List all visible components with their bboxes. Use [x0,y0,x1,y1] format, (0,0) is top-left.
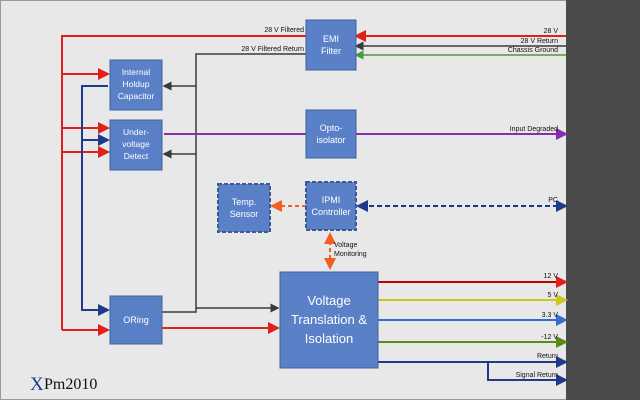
temp-sensor-box: Temp. Sensor [217,183,271,233]
label-signal-return: Signal Return [516,372,559,379]
label-voltage-monitoring-2: Monitoring [334,251,367,258]
emi-filter-label-2: Filter [321,46,341,56]
oring-label: ORing [123,315,149,325]
logo-x: X [30,374,44,395]
holdup-capacitor-box: Internal Holdup Capacitor [109,59,163,111]
ipmi-label-1: IPMI [322,195,341,205]
undervoltage-detect-box: Under- voltage Detect [109,119,163,171]
ipmi-controller-box: IPMI Controller [305,181,357,231]
temp-sensor-label-2: Sensor [230,209,259,219]
undervoltage-label-3: Detect [124,151,149,161]
emi-filter-label-1: EMI [323,34,339,44]
label-28v-return: 28 V Return [521,38,558,45]
undervoltage-label-2: voltage [122,139,150,149]
emi-filter-box: EMI Filter [305,19,357,71]
label-28v-filtered-return: 28 V Filtered Return [241,46,304,53]
vti-label-2: Translation & [291,312,367,327]
block-diagram: EMI Filter Internal Holdup Capacitor Und… [0,0,640,400]
label-input-degraded: Input Degraded [510,126,558,133]
xpm2010-logo: X Pm2010 [30,374,97,395]
label-pc: PC [548,197,558,204]
opto-label-1: Opto- [320,123,343,133]
label-voltage-monitoring-1: Voltage [334,242,357,249]
opto-label-2: isolator [316,135,345,145]
backplane [566,0,640,400]
label-28v: 28 V [544,28,559,35]
voltage-translation-box: Voltage Translation & Isolation [279,271,379,369]
undervoltage-label-1: Under- [123,127,149,137]
label-chassis-ground: Chassis Ground [508,47,558,54]
opto-isolator-box: Opto- isolator [305,109,357,159]
temp-sensor-label-1: Temp. [232,197,257,207]
holdup-label-2: Holdup [123,79,150,89]
diagram-canvas: EMI Filter Internal Holdup Capacitor Und… [0,0,640,400]
label-12v: 12 V [544,273,559,280]
holdup-label-1: Internal [122,67,150,77]
ipmi-label-2: Controller [311,207,350,217]
oring-box: ORing [109,295,163,345]
label-3v3: 3.3 V [542,312,559,319]
vti-label-3: Isolation [305,331,353,346]
holdup-label-3: Capacitor [118,91,155,101]
label-return: Return [537,353,558,360]
label-28v-filtered: 28 V Filtered [264,27,304,34]
vti-label-1: Voltage [307,293,350,308]
logo-text: Pm2010 [44,376,97,393]
label-neg12v: -12 V [541,334,558,341]
label-5v: 5 V [547,292,558,299]
